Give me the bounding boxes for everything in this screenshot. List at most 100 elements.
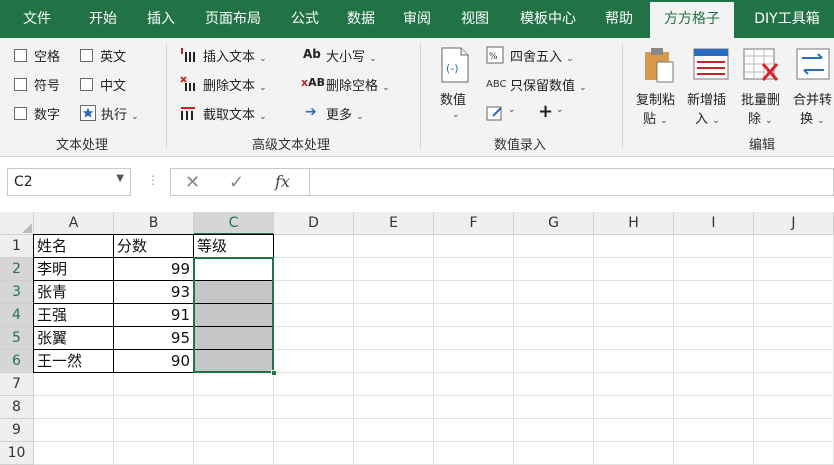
cell-c9[interactable] (194, 419, 274, 442)
cell-i5[interactable] (674, 327, 754, 350)
batch-delete-button[interactable]: 除 ⌄ (748, 108, 773, 127)
cell-h3[interactable] (594, 281, 674, 304)
tab-review[interactable]: 审阅 (390, 0, 444, 38)
column-header-j[interactable]: J (754, 212, 834, 235)
cell-j1[interactable] (754, 235, 834, 258)
cell-e2[interactable] (354, 258, 434, 281)
cell-f8[interactable] (434, 396, 514, 419)
cell-d8[interactable] (274, 396, 354, 419)
cell-a1[interactable]: 姓名 (34, 235, 114, 258)
cell-j2[interactable] (754, 258, 834, 281)
cell-b10[interactable] (114, 442, 194, 465)
insert-rows-icon[interactable] (693, 48, 729, 84)
cell-i3[interactable] (674, 281, 754, 304)
row-header-9[interactable]: 9 (0, 419, 34, 442)
column-header-i[interactable]: I (674, 212, 754, 235)
cell-h4[interactable] (594, 304, 674, 327)
add-insert-button[interactable]: 入 ⌄ (695, 108, 720, 127)
cell-d9[interactable] (274, 419, 354, 442)
cell-a6[interactable]: 王一然 (34, 350, 114, 373)
cell-f5[interactable] (434, 327, 514, 350)
extract-text-button[interactable]: 截取文本 ⌄ (203, 104, 267, 123)
cell-d10[interactable] (274, 442, 354, 465)
cell-d7[interactable] (274, 373, 354, 396)
cell-g5[interactable] (514, 327, 594, 350)
cell-f1[interactable] (434, 235, 514, 258)
cell-h2[interactable] (594, 258, 674, 281)
cell-h1[interactable] (594, 235, 674, 258)
insert-text-button[interactable]: 插入文本 ⌄ (203, 46, 267, 65)
cell-j3[interactable] (754, 281, 834, 304)
cell-g2[interactable] (514, 258, 594, 281)
cell-h6[interactable] (594, 350, 674, 373)
cell-e7[interactable] (354, 373, 434, 396)
cancel-icon[interactable]: ✕ (185, 172, 200, 193)
cell-d4[interactable] (274, 304, 354, 327)
cell-a9[interactable] (34, 419, 114, 442)
tab-page-layout[interactable]: 页面布局 (190, 0, 276, 38)
tab-diy-toolbox[interactable]: DIY工具箱 (740, 0, 834, 38)
insert-function-button[interactable]: fx (275, 172, 290, 191)
cell-i6[interactable] (674, 350, 754, 373)
cell-c8[interactable] (194, 396, 274, 419)
cell-e6[interactable] (354, 350, 434, 373)
merge-convert-button[interactable]: 换 ⌄ (800, 108, 825, 127)
cell-d2[interactable] (274, 258, 354, 281)
fill-handle[interactable] (271, 370, 277, 376)
edit-cells-icon[interactable] (486, 104, 504, 126)
formula-input[interactable] (310, 168, 834, 196)
cell-e8[interactable] (354, 396, 434, 419)
cell-j5[interactable] (754, 327, 834, 350)
cell-g4[interactable] (514, 304, 594, 327)
cell-g1[interactable] (514, 235, 594, 258)
cell-b8[interactable] (114, 396, 194, 419)
cell-b2[interactable]: 99 (114, 258, 194, 281)
cell-i10[interactable] (674, 442, 754, 465)
cell-a3[interactable]: 张青 (34, 281, 114, 304)
cell-h9[interactable] (594, 419, 674, 442)
row-header-7[interactable]: 7 (0, 373, 34, 396)
tab-help[interactable]: 帮助 (594, 0, 644, 38)
tab-home[interactable]: 开始 (74, 0, 132, 38)
cell-f4[interactable] (434, 304, 514, 327)
round-button[interactable]: 四舍五入 ⌄ (510, 46, 574, 65)
cell-h10[interactable] (594, 442, 674, 465)
cell-e1[interactable] (354, 235, 434, 258)
checkbox-number[interactable] (14, 107, 27, 120)
cell-c1[interactable]: 等级 (194, 235, 274, 258)
cell-a8[interactable] (34, 396, 114, 419)
cell-e5[interactable] (354, 327, 434, 350)
cell-j9[interactable] (754, 419, 834, 442)
tab-fangfang-gezi[interactable]: 方方格子 (650, 2, 734, 38)
cell-j8[interactable] (754, 396, 834, 419)
cell-a10[interactable] (34, 442, 114, 465)
tab-data[interactable]: 数据 (334, 0, 388, 38)
cell-a7[interactable] (34, 373, 114, 396)
cell-b7[interactable] (114, 373, 194, 396)
keep-value-button[interactable]: 只保留数值 ⌄ (510, 75, 587, 94)
cell-i2[interactable] (674, 258, 754, 281)
plus-button[interactable]: + (538, 101, 553, 122)
column-header-f[interactable]: F (434, 212, 514, 235)
cell-h7[interactable] (594, 373, 674, 396)
cell-b5[interactable]: 95 (114, 327, 194, 350)
name-box[interactable]: C2 ▼ (7, 168, 131, 196)
cell-i8[interactable] (674, 396, 754, 419)
column-header-h[interactable]: H (594, 212, 674, 235)
tab-template-center[interactable]: 模板中心 (506, 0, 590, 38)
cell-g9[interactable] (514, 419, 594, 442)
cell-h8[interactable] (594, 396, 674, 419)
column-header-e[interactable]: E (354, 212, 434, 235)
row-header-6[interactable]: 6 (0, 350, 34, 373)
cell-g6[interactable] (514, 350, 594, 373)
cell-a2[interactable]: 李明 (34, 258, 114, 281)
tab-formulas[interactable]: 公式 (278, 0, 332, 38)
execute-button[interactable]: 执行 ⌄ (101, 104, 139, 123)
cell-e3[interactable] (354, 281, 434, 304)
tab-insert[interactable]: 插入 (132, 0, 190, 38)
cell-i7[interactable] (674, 373, 754, 396)
column-header-b[interactable]: B (114, 212, 194, 235)
row-header-1[interactable]: 1 (0, 235, 34, 258)
cell-a5[interactable]: 张翼 (34, 327, 114, 350)
column-header-g[interactable]: G (514, 212, 594, 235)
